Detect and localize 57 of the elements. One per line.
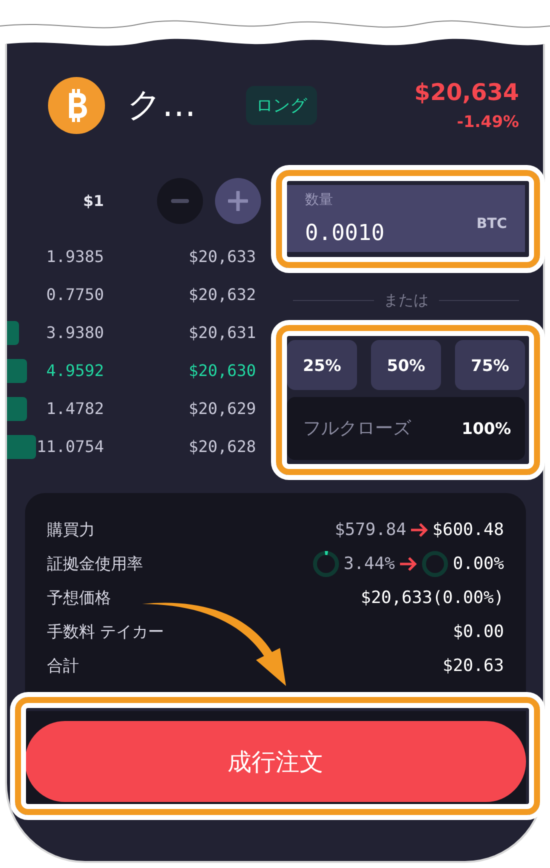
order-book-row[interactable]: 3.9380 $20,631	[7, 313, 262, 351]
depth-bar	[7, 397, 27, 421]
market-order-button[interactable]: 成行注文	[25, 721, 526, 802]
field-value: 0.0010	[305, 221, 386, 246]
order-price: $20,628	[188, 436, 256, 456]
order-quantity: 11.0754	[36, 436, 104, 456]
summary-value: $0.00	[452, 622, 504, 642]
summary-value: $579.84	[334, 520, 406, 540]
gauge-icon	[420, 550, 449, 578]
quantity-field[interactable]: 数量 0.0010 BTC	[287, 185, 525, 252]
order-book-row[interactable]: 1.9385 $20,633	[7, 237, 262, 275]
summary-value: $20.63	[442, 656, 504, 676]
summary-label: 証拠金使用率	[47, 554, 143, 574]
order-book-row[interactable]: 1.4782 $20,629	[7, 389, 262, 427]
order-quantity: 4.9592	[46, 360, 104, 380]
asset-price: $20,634	[414, 80, 519, 106]
divider-text: または	[384, 290, 428, 310]
arrow-icon	[410, 522, 428, 538]
order-price: $20,629	[188, 398, 256, 418]
order-book-row[interactable]: 0.7750 $20,632	[7, 275, 262, 313]
order-price: $20,630	[188, 360, 256, 380]
order-price: $20,633	[188, 246, 256, 266]
order-book-row[interactable]: 4.9592 $20,630	[7, 351, 262, 389]
summary-label: 手数料 テイカー	[47, 622, 164, 642]
summary-value: $600.48	[432, 520, 504, 540]
minus-icon	[171, 199, 189, 203]
increase-button[interactable]	[215, 178, 261, 224]
summary-value: $20,633(0.00%)	[360, 588, 504, 608]
order-price: $20,632	[188, 284, 256, 304]
order-quantity: 0.7750	[46, 284, 104, 304]
summary-label: 購買力	[47, 520, 95, 540]
depth-bar	[7, 435, 36, 459]
depth-bar	[7, 359, 27, 383]
depth-bar	[7, 321, 19, 345]
order-quantity: 1.4782	[46, 398, 104, 418]
percent-button[interactable]: 25%	[287, 340, 357, 390]
bitcoin-icon	[48, 76, 105, 134]
unit-label: BTC	[476, 216, 507, 232]
summary-value: 0.00%	[452, 554, 504, 574]
order-quantity: 3.9380	[46, 322, 104, 342]
price-change: -1.49%	[456, 112, 519, 130]
summary-label: 合計	[47, 656, 79, 676]
order-book-row[interactable]: 11.0754 $20,628	[7, 427, 262, 465]
gauge-icon	[312, 550, 340, 578]
tick-size: $1	[82, 192, 104, 210]
asset-name: ク…	[127, 84, 197, 127]
summary-label: 予想価格	[47, 588, 111, 608]
position-badge: ロング	[246, 86, 317, 124]
plus-icon	[228, 191, 248, 211]
full-close-button[interactable]: フルクローズ 100%	[287, 397, 525, 460]
order-quantity: 1.9385	[46, 246, 104, 266]
arrow-icon	[398, 556, 417, 572]
summary-value: 3.44%	[344, 554, 395, 574]
order-price: $20,631	[188, 322, 256, 342]
percent-button[interactable]: 50%	[371, 340, 441, 390]
field-label: 数量	[305, 191, 333, 209]
percent-button[interactable]: 75%	[455, 340, 525, 390]
